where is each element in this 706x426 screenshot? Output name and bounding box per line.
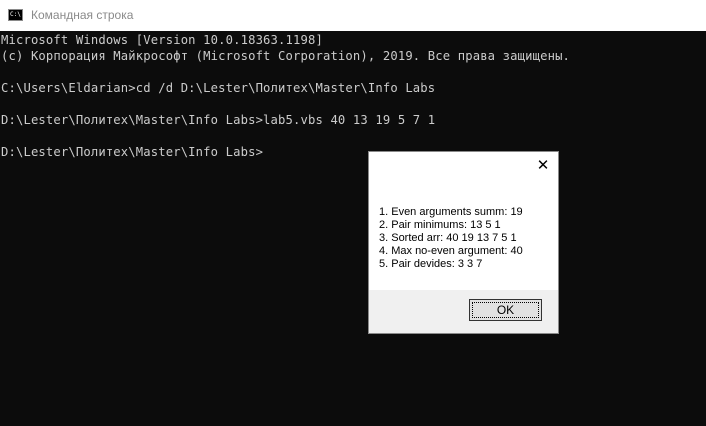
message-line: 1. Even arguments summ: 19 <box>379 206 523 218</box>
console-line: (c) Корпорация Майкрософт (Microsoft Cor… <box>1 49 571 63</box>
dialog-footer: OK <box>369 290 558 333</box>
console-line: Microsoft Windows [Version 10.0.18363.11… <box>1 33 323 47</box>
console-output[interactable]: Microsoft Windows [Version 10.0.18363.11… <box>0 31 706 426</box>
console-app-icon: C:\. <box>8 9 23 21</box>
console-line: D:\Lester\Политех\Master\Info Labs>lab5.… <box>1 113 436 127</box>
message-line: 2. Pair minimums: 13 5 1 <box>379 219 501 231</box>
close-icon[interactable]: ✕ <box>534 156 552 174</box>
window-title: Командная строка <box>31 8 134 22</box>
message-text: 1. Even arguments summ: 19 2. Pair minim… <box>379 206 523 271</box>
message-line: 4. Max no-even argument: 40 <box>379 245 523 257</box>
message-box-dialog: ✕ 1. Even arguments summ: 19 2. Pair min… <box>368 151 559 334</box>
ok-button[interactable]: OK <box>469 299 542 321</box>
message-line: 5. Pair devides: 3 3 7 <box>379 258 483 270</box>
title-bar[interactable]: C:\. Командная строка <box>0 0 706 31</box>
console-line: C:\Users\Eldarian>cd /d D:\Lester\Полите… <box>1 81 436 95</box>
console-line: D:\Lester\Политех\Master\Info Labs> <box>1 145 264 159</box>
message-line: 3. Sorted arr: 40 19 13 7 5 1 <box>379 232 517 244</box>
